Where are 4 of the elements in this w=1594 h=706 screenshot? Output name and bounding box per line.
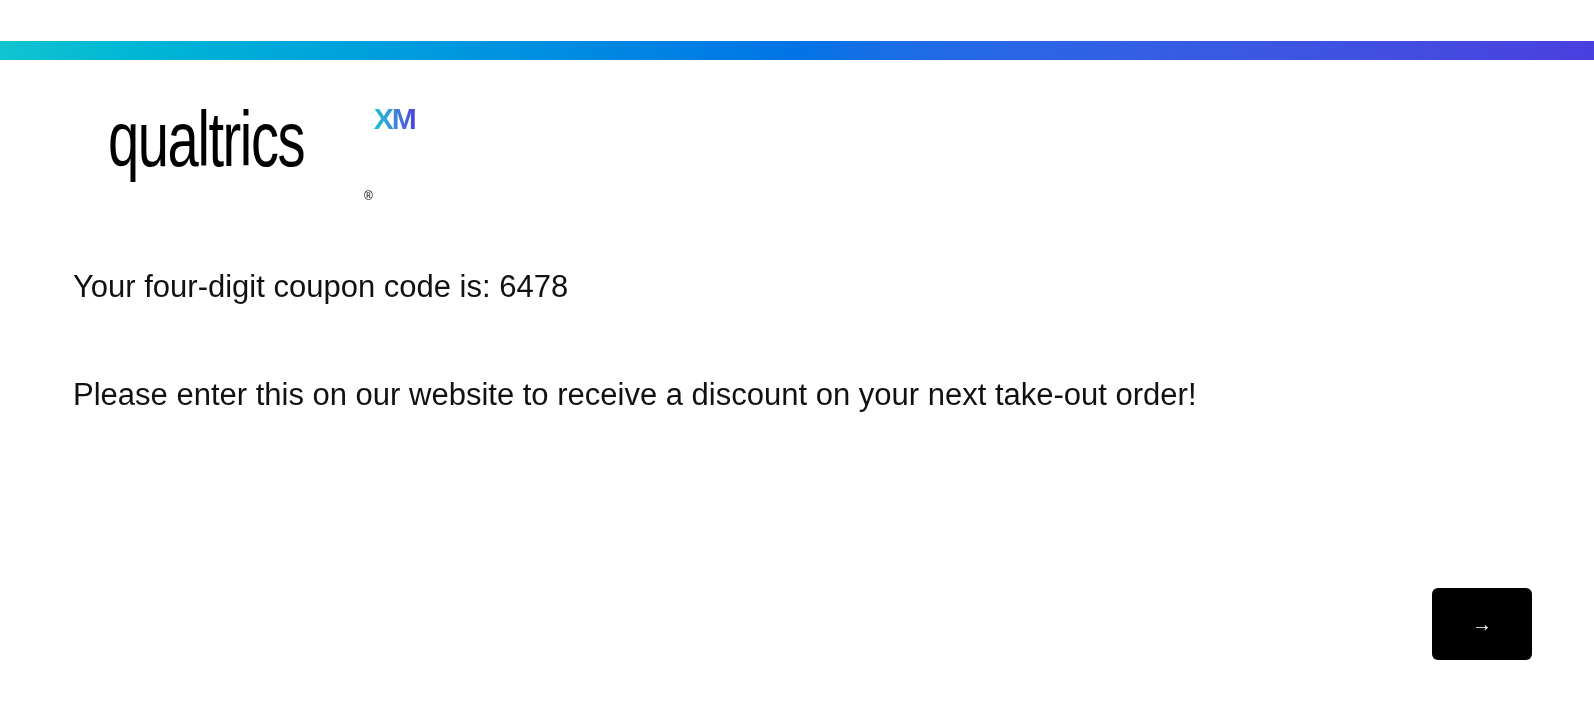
next-button[interactable]: → xyxy=(1432,588,1532,660)
logo-registered: ® xyxy=(364,190,373,202)
message-text: Your four-digit coupon code is: 6478 xyxy=(73,268,570,306)
message-text: Please enter this on our website to receive a discount on your next take-out order! xyxy=(73,376,1198,414)
